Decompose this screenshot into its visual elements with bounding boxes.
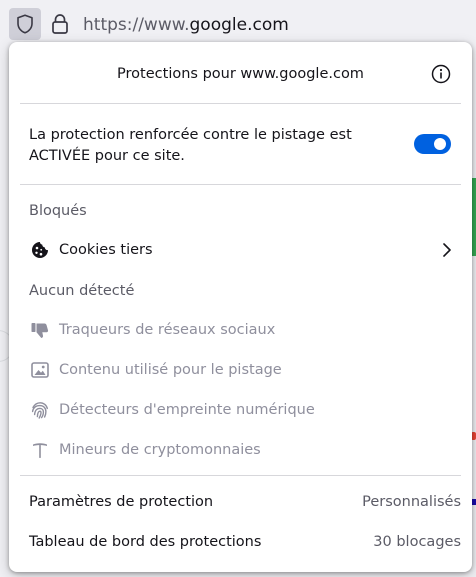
info-icon[interactable]: [430, 63, 452, 85]
divider: [20, 103, 461, 104]
protections-panel: Protections pour www.google.com La prote…: [9, 42, 472, 572]
url-prefix: https://www.: [83, 15, 190, 35]
etp-toggle[interactable]: [414, 134, 451, 154]
blocked-count: 30 blocages: [373, 534, 461, 550]
panel-header: Protections pour www.google.com: [9, 42, 472, 103]
panel-title: Protections pour www.google.com: [117, 66, 364, 82]
pickaxe-icon: [33, 443, 47, 458]
url-host: google.com: [189, 15, 289, 35]
blocked-item-cookies[interactable]: Cookies tiers: [20, 230, 461, 270]
thumbs-down-icon: [31, 323, 49, 338]
protection-dashboard-row[interactable]: Tableau de bord des protections 30 bloca…: [20, 522, 461, 562]
image-icon: [31, 362, 49, 378]
tracker-item-cryptominers[interactable]: Mineurs de cryptomonnaies: [20, 430, 461, 470]
tracker-item-label: Traqueurs de réseaux sociaux: [59, 322, 276, 338]
chevron-right-icon: [443, 243, 451, 257]
tracker-item-label: Mineurs de cryptomonnaies: [59, 442, 261, 458]
tracker-item-label: Contenu utilisé pour le pistage: [59, 362, 282, 378]
fingerprint-icon: [31, 402, 48, 419]
protection-settings-value: Personnalisés: [362, 494, 461, 510]
tracker-item-social[interactable]: Traqueurs de réseaux sociaux: [20, 310, 461, 350]
blocked-item-label: Cookies tiers: [59, 242, 153, 258]
tracker-item-fingerprinters[interactable]: Détecteurs d'empreinte numérique: [20, 390, 461, 430]
etp-status-text: La protection renforcée contre le pistag…: [29, 127, 352, 164]
tracking-protection-button[interactable]: [9, 8, 41, 40]
tracker-item-label: Détecteurs d'empreinte numérique: [59, 402, 315, 418]
divider: [20, 184, 461, 185]
cookie-icon: [32, 242, 48, 258]
divider: [20, 475, 461, 476]
protection-dashboard-label: Tableau de bord des protections: [29, 534, 262, 550]
toggle-knob: [434, 138, 446, 150]
lock-icon[interactable]: [50, 13, 70, 35]
url-field[interactable]: https://www.google.com: [83, 14, 289, 36]
protection-settings-row[interactable]: Paramètres de protection Personnalisés: [20, 482, 461, 522]
protection-settings-label: Paramètres de protection: [29, 494, 214, 510]
none-detected-heading: Aucun détecté: [29, 283, 135, 299]
blocked-heading: Bloqués: [29, 203, 87, 219]
tracker-item-content[interactable]: Contenu utilisé pour le pistage: [20, 350, 461, 390]
shield-icon: [17, 14, 33, 34]
